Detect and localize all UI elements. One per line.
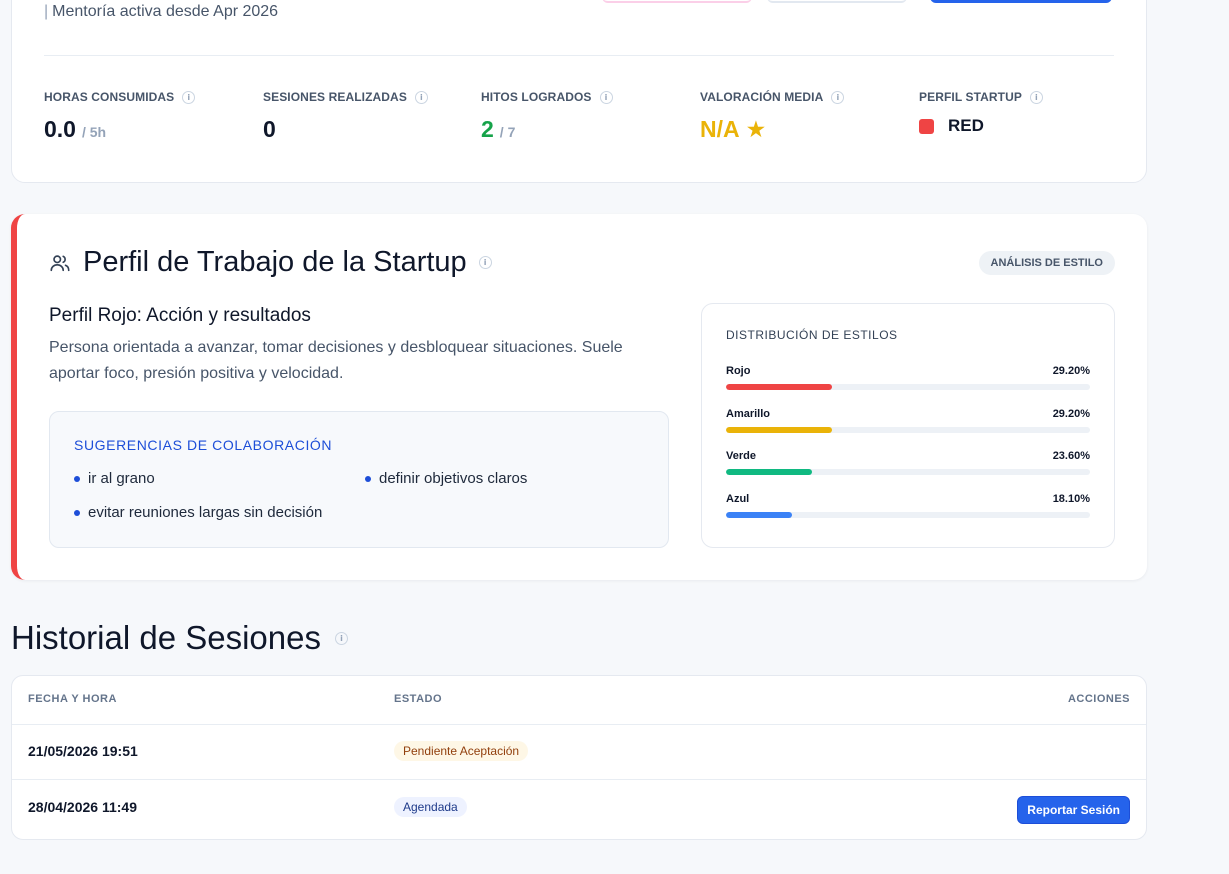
stat-milestones: HITOS LOGRADOS i 2 / 7: [481, 90, 613, 143]
divider: [44, 55, 1114, 56]
startup-profile-card: Perfil de Trabajo de la Startup i ANÁLIS…: [11, 214, 1147, 580]
distribution-value: 18.10%: [1052, 493, 1090, 505]
bullet-icon: [74, 475, 80, 482]
stat-startup-profile: PERFIL STARTUP i RED: [919, 90, 1043, 136]
distribution-row: Rojo 29.20%: [726, 365, 1090, 390]
session-datetime: 28/04/2026 11:49: [28, 799, 137, 815]
sessions-title: Historial de Sesiones: [11, 619, 321, 656]
stat-value: 2: [481, 116, 494, 142]
profile-subtitle: Perfil Rojo: Acción y resultados: [49, 305, 311, 326]
stat-label: PERFIL STARTUP: [919, 90, 1022, 104]
session-datetime: 21/05/2026 19:51: [28, 743, 138, 759]
style-distribution-card: DISTRIBUCIÓN DE ESTILOS Rojo 29.20% Amaril…: [701, 303, 1115, 548]
profile-header: Perfil de Trabajo de la Startup i: [49, 246, 492, 279]
stat-label: VALORACIÓN MEDIA: [700, 90, 824, 104]
red-square-icon: [919, 118, 934, 134]
bullet-icon: [365, 475, 371, 482]
users-icon: [50, 254, 70, 271]
stat-value: 0.0: [44, 116, 76, 142]
distribution-row: Verde 23.60%: [726, 450, 1090, 475]
info-icon[interactable]: i: [599, 90, 613, 104]
sessions-heading: Historial de Sesiones i: [11, 619, 348, 657]
stat-label: HITOS LOGRADOS: [481, 90, 592, 104]
stat-value: N/A: [700, 116, 740, 142]
report-session-button[interactable]: Reportar Sesión: [1017, 796, 1130, 824]
distribution-bar-fill: [726, 512, 792, 518]
distribution-bar-fill: [726, 384, 833, 390]
style-analysis-badge: ANÁLISIS DE ESTILO: [978, 251, 1115, 275]
column-header-actions: ACCIONES: [1067, 693, 1130, 705]
distribution-bar-track: [726, 512, 1090, 518]
stat-sessions: SESIONES REALIZADAS i 0: [263, 90, 428, 143]
info-icon[interactable]: i: [414, 90, 428, 104]
distribution-row: Azul 18.10%: [726, 493, 1090, 518]
distribution-bar-fill: [726, 427, 833, 433]
status-badge: Pendiente Aceptación: [394, 741, 529, 761]
column-header-date: FECHA Y HORA: [28, 693, 117, 705]
collaboration-item: definir objetivos claros: [365, 470, 527, 487]
stat-sub: / 5h: [81, 124, 107, 140]
distribution-value: 29.20%: [1052, 408, 1090, 420]
star-icon: ★: [745, 116, 767, 142]
table-row: 21/05/2026 19:51 Pendiente Aceptación: [12, 724, 1146, 780]
stat-sub: / 7: [499, 124, 516, 140]
distribution-value: 29.20%: [1052, 365, 1090, 377]
distribution-bar-track: [726, 384, 1090, 390]
distribution-title: DISTRIBUCIÓN DE ESTILOS: [726, 328, 898, 342]
distribution-row: Amarillo 29.20%: [726, 408, 1090, 433]
distribution-label: Rojo: [726, 365, 751, 377]
collaboration-title: SUGERENCIAS DE COLABORACIÓN: [74, 437, 333, 453]
info-icon[interactable]: i: [182, 90, 196, 104]
header-button-1[interactable]: [602, 0, 752, 3]
bullet-icon: [74, 509, 80, 516]
header-button-3[interactable]: [930, 0, 1112, 3]
mentorship-summary-card: | Mentoría activa desde Apr 2026 HORAS CO…: [11, 0, 1147, 183]
distribution-label: Verde: [726, 450, 756, 462]
stat-value: RED: [948, 116, 984, 135]
collaboration-item: evitar reuniones largas sin decisión: [74, 504, 322, 521]
collaboration-suggestions: SUGERENCIAS DE COLABORACIÓN ir al grano …: [49, 411, 669, 548]
profile-title: Perfil de Trabajo de la Startup: [83, 246, 467, 278]
stat-label: SESIONES REALIZADAS: [263, 90, 407, 104]
distribution-label: Amarillo: [726, 408, 771, 420]
collaboration-item: ir al grano: [74, 470, 155, 487]
stat-hours: HORAS CONSUMIDAS i 0.0 / 5h: [44, 90, 196, 143]
info-icon[interactable]: i: [335, 631, 348, 645]
profile-description: Persona orientada a avanzar, tomar decis…: [49, 339, 623, 382]
info-icon[interactable]: i: [1029, 90, 1043, 104]
stat-rating: VALORACIÓN MEDIA i N/A ★: [700, 90, 845, 143]
distribution-label: Azul: [726, 493, 750, 505]
info-icon[interactable]: i: [478, 256, 492, 269]
distribution-bar-fill: [726, 469, 812, 475]
distribution-value: 23.60%: [1052, 450, 1090, 462]
stat-value: 0: [263, 116, 276, 142]
sessions-table: FECHA Y HORA ESTADO ACCIONES 21/05/2026 …: [11, 675, 1147, 840]
info-icon[interactable]: i: [831, 90, 845, 104]
distribution-bar-track: [726, 427, 1090, 433]
header-button-2[interactable]: [767, 0, 907, 3]
mentorship-since: | Mentoría activa desde Apr 2026: [44, 3, 279, 20]
status-badge: Agendada: [394, 797, 467, 817]
column-header-status: ESTADO: [394, 693, 443, 705]
table-row: 28/04/2026 11:49 Agendada Reportar Sesió…: [12, 779, 1146, 835]
stat-label: HORAS CONSUMIDAS: [44, 90, 175, 104]
distribution-bar-track: [726, 469, 1090, 475]
